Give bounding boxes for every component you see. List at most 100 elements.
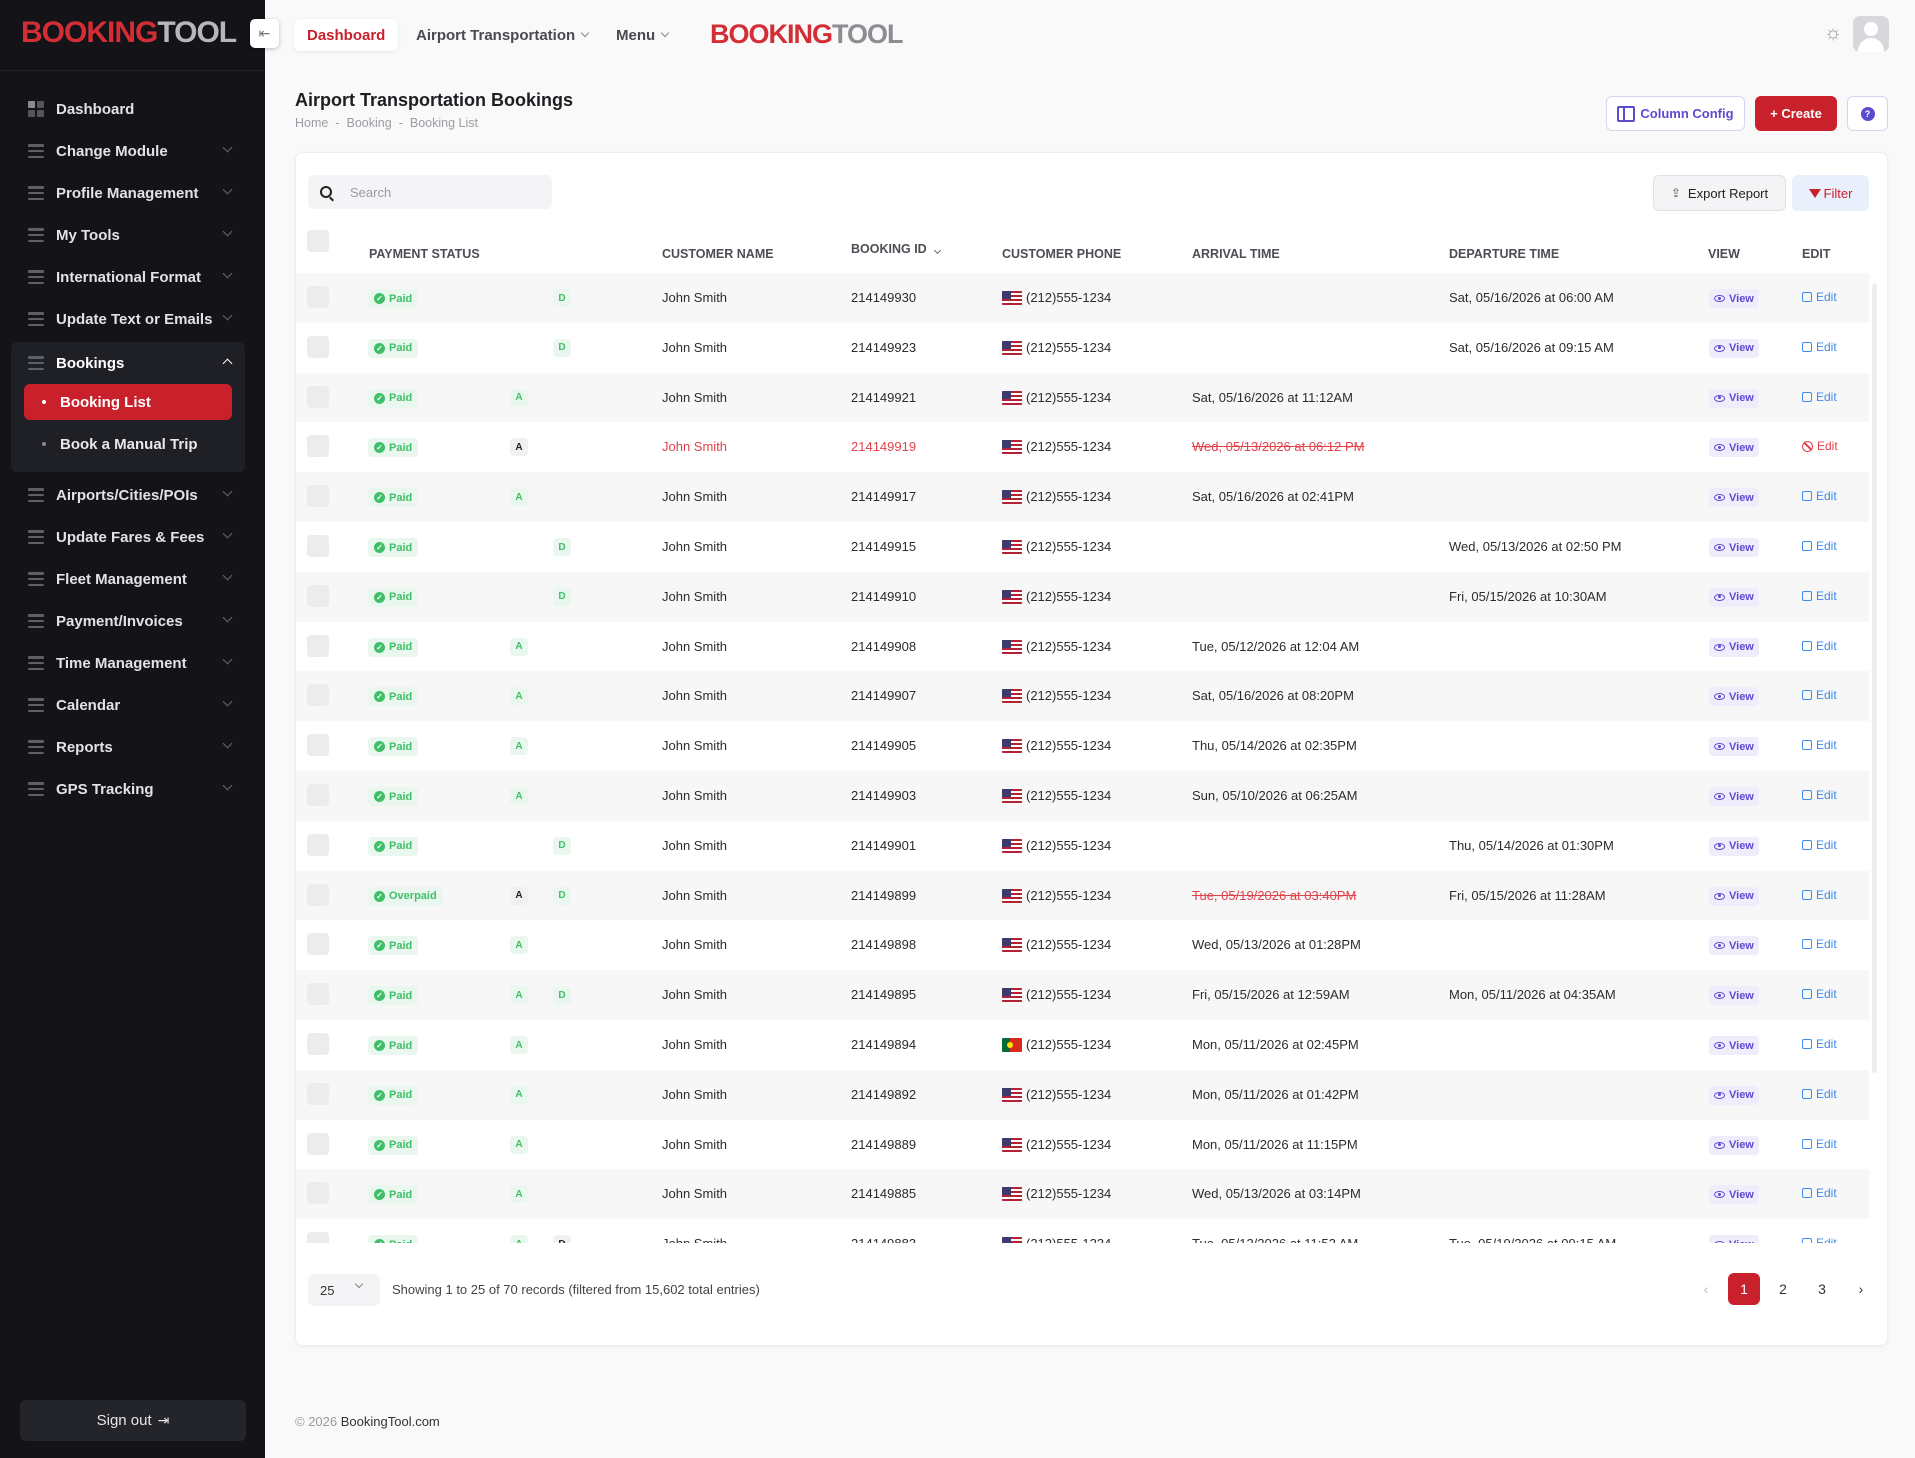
sidebar-item-international-format[interactable]: International Format xyxy=(11,256,245,298)
view-button[interactable]: View xyxy=(1709,1036,1759,1055)
edit-button[interactable]: Edit xyxy=(1802,390,1837,404)
row-checkbox[interactable] xyxy=(307,485,329,508)
edit-button[interactable]: Edit xyxy=(1802,1087,1837,1101)
view-button[interactable]: View xyxy=(1709,1235,1759,1243)
sidebar-item-calendar[interactable]: Calendar xyxy=(11,684,245,726)
view-button[interactable]: View xyxy=(1709,936,1759,956)
row-checkbox[interactable] xyxy=(307,335,329,358)
row-checkbox[interactable] xyxy=(307,634,329,657)
footer-brand-link[interactable]: BookingTool.com xyxy=(341,1414,440,1429)
filter-button[interactable]: Filter xyxy=(1792,175,1869,211)
view-button[interactable]: View xyxy=(1709,1185,1759,1205)
select-all-checkbox[interactable] xyxy=(307,230,329,252)
table-row[interactable]: ✓ Paid A John Smith 214149889 (212)555-1234 Mo… xyxy=(296,1120,1869,1170)
breadcrumb-home[interactable]: Home xyxy=(295,116,328,130)
sidebar-item-my-tools[interactable]: My Tools xyxy=(11,214,245,256)
table-row[interactable]: ✓ Paid A John Smith 214149917 (212)555-1234 Sa… xyxy=(296,472,1869,522)
next-page-button[interactable]: › xyxy=(1845,1273,1877,1305)
row-checkbox[interactable] xyxy=(307,933,329,956)
edit-button[interactable]: Edit xyxy=(1802,738,1837,752)
table-row[interactable]: ✓ Overpaid A D John Smith 214149899 (212)555-1… xyxy=(296,870,1869,921)
column-config-button[interactable]: Column Config xyxy=(1606,96,1745,131)
view-button[interactable]: View xyxy=(1709,637,1759,657)
sidebar-item-reports[interactable]: Reports xyxy=(11,726,245,768)
table-row[interactable]: ✓ Paid D John Smith 214149901 (212)555-1234 Th… xyxy=(296,821,1869,871)
edit-button[interactable]: Edit xyxy=(1802,987,1837,1001)
row-checkbox[interactable] xyxy=(307,584,329,607)
breadcrumb-booking[interactable]: Booking xyxy=(347,116,392,130)
view-button[interactable]: View xyxy=(1709,538,1759,557)
table-row[interactable]: ✓ Paid A John Smith 214149903 (212)555-1234 Su… xyxy=(296,771,1869,821)
top-nav-airport-transportation[interactable]: Airport Transportation xyxy=(416,19,590,51)
sidebar-subitem-book-a-manual-trip[interactable]: Book a Manual Trip xyxy=(24,426,232,462)
view-button[interactable]: View xyxy=(1709,886,1759,906)
sidebar-item-update-fares-fees[interactable]: Update Fares & Fees xyxy=(11,516,245,558)
table-row[interactable]: ✓ Paid A John Smith 214149919 (212)555-1234 We… xyxy=(296,422,1869,472)
topbar-logo[interactable]: BOOKINGTOOL xyxy=(710,19,904,49)
row-checkbox[interactable] xyxy=(307,734,329,757)
sidebar-logo[interactable]: BOOKINGTOOL xyxy=(21,18,237,48)
top-nav-dashboard[interactable]: Dashboard xyxy=(294,19,399,51)
sign-out-button[interactable]: Sign out ⇥ xyxy=(20,1400,246,1441)
table-row[interactable]: ✓ Paid A D John Smith 214149895 (212)555-1234 F… xyxy=(296,970,1869,1020)
header-booking-id[interactable]: Booking ID xyxy=(851,242,941,256)
prev-page-button[interactable]: ‹ xyxy=(1690,1273,1722,1305)
view-button[interactable]: View xyxy=(1709,836,1759,856)
view-button[interactable]: View xyxy=(1709,587,1759,607)
table-row[interactable]: ✓ Paid A John Smith 214149907 (212)555-1234 Sa… xyxy=(296,671,1869,722)
table-row[interactable]: ✓ Paid A D John Smith 214149883 (212)555-1234 T… xyxy=(296,1219,1869,1243)
edit-button[interactable]: Edit xyxy=(1802,489,1837,503)
help-button[interactable]: ? xyxy=(1847,96,1888,131)
edit-button[interactable]: Edit xyxy=(1802,290,1837,304)
page-3-button[interactable]: 3 xyxy=(1806,1273,1838,1305)
header-customer-name[interactable]: Customer Name xyxy=(662,247,774,261)
page-1-button[interactable]: 1 xyxy=(1728,1273,1760,1305)
top-nav-menu[interactable]: Menu xyxy=(616,19,670,51)
row-checkbox[interactable] xyxy=(307,286,329,308)
sidebar-item-fleet-management[interactable]: Fleet Management xyxy=(11,558,245,600)
row-checkbox[interactable] xyxy=(307,684,329,707)
edit-button[interactable]: Edit xyxy=(1802,1236,1837,1243)
view-button[interactable]: View xyxy=(1709,289,1759,308)
sidebar-item-change-module[interactable]: Change Module xyxy=(11,130,245,172)
table-row[interactable]: ✓ Paid D John Smith 214149923 (212)555-1234 Sa… xyxy=(296,323,1869,373)
view-button[interactable]: View xyxy=(1709,488,1759,508)
row-checkbox[interactable] xyxy=(307,1232,329,1243)
header-arrival-time[interactable]: Arrival Time xyxy=(1192,247,1280,261)
sidebar-item-gps-tracking[interactable]: GPS Tracking xyxy=(11,768,245,810)
row-checkbox[interactable] xyxy=(307,385,329,408)
row-checkbox[interactable] xyxy=(307,1082,329,1105)
sidebar-item-update-text-or-emails[interactable]: Update Text or Emails xyxy=(11,298,245,340)
edit-button[interactable]: Edit xyxy=(1802,1137,1837,1151)
row-checkbox[interactable] xyxy=(307,784,329,806)
view-button[interactable]: View xyxy=(1709,1135,1759,1155)
header-payment-status[interactable]: Payment Status xyxy=(369,247,480,261)
table-row[interactable]: ✓ Paid D John Smith 214149915 (212)555-1234 We… xyxy=(296,522,1869,572)
edit-button[interactable]: Edit xyxy=(1802,589,1837,603)
table-row[interactable]: ✓ Paid A John Smith 214149892 (212)555-1234 Mo… xyxy=(296,1069,1869,1120)
edit-button[interactable]: Edit xyxy=(1802,1037,1837,1051)
row-checkbox[interactable] xyxy=(307,833,329,856)
view-button[interactable]: View xyxy=(1709,687,1759,707)
view-button[interactable]: View xyxy=(1709,737,1759,757)
header-departure-time[interactable]: Departure Time xyxy=(1449,247,1559,261)
sidebar-item-time-management[interactable]: Time Management xyxy=(11,642,245,684)
edit-disabled-button[interactable]: Edit xyxy=(1802,439,1838,453)
view-button[interactable]: View xyxy=(1709,986,1759,1006)
row-checkbox[interactable] xyxy=(307,535,329,557)
row-checkbox[interactable] xyxy=(307,883,329,906)
view-button[interactable]: View xyxy=(1709,1085,1759,1105)
sidebar-subitem-booking-list[interactable]: Booking List xyxy=(24,384,232,420)
sidebar-item-payment-invoices[interactable]: Payment/Invoices xyxy=(11,600,245,642)
per-page-select[interactable]: 25 xyxy=(308,1274,380,1306)
search-box[interactable] xyxy=(308,175,552,209)
sidebar-item-dashboard[interactable]: Dashboard xyxy=(11,88,245,130)
table-row[interactable]: ✓ Paid A John Smith 214149908 (212)555-1234 Tu… xyxy=(296,622,1869,672)
search-input[interactable] xyxy=(350,184,530,200)
edit-button[interactable]: Edit xyxy=(1802,937,1837,951)
edit-button[interactable]: Edit xyxy=(1802,539,1837,553)
view-button[interactable]: View xyxy=(1709,787,1759,806)
view-button[interactable]: View xyxy=(1709,338,1759,358)
export-report-button[interactable]: ⇪ Export Report xyxy=(1653,175,1786,211)
table-row[interactable]: ✓ Paid D John Smith 214149910 (212)555-1234 Fr… xyxy=(296,571,1869,622)
